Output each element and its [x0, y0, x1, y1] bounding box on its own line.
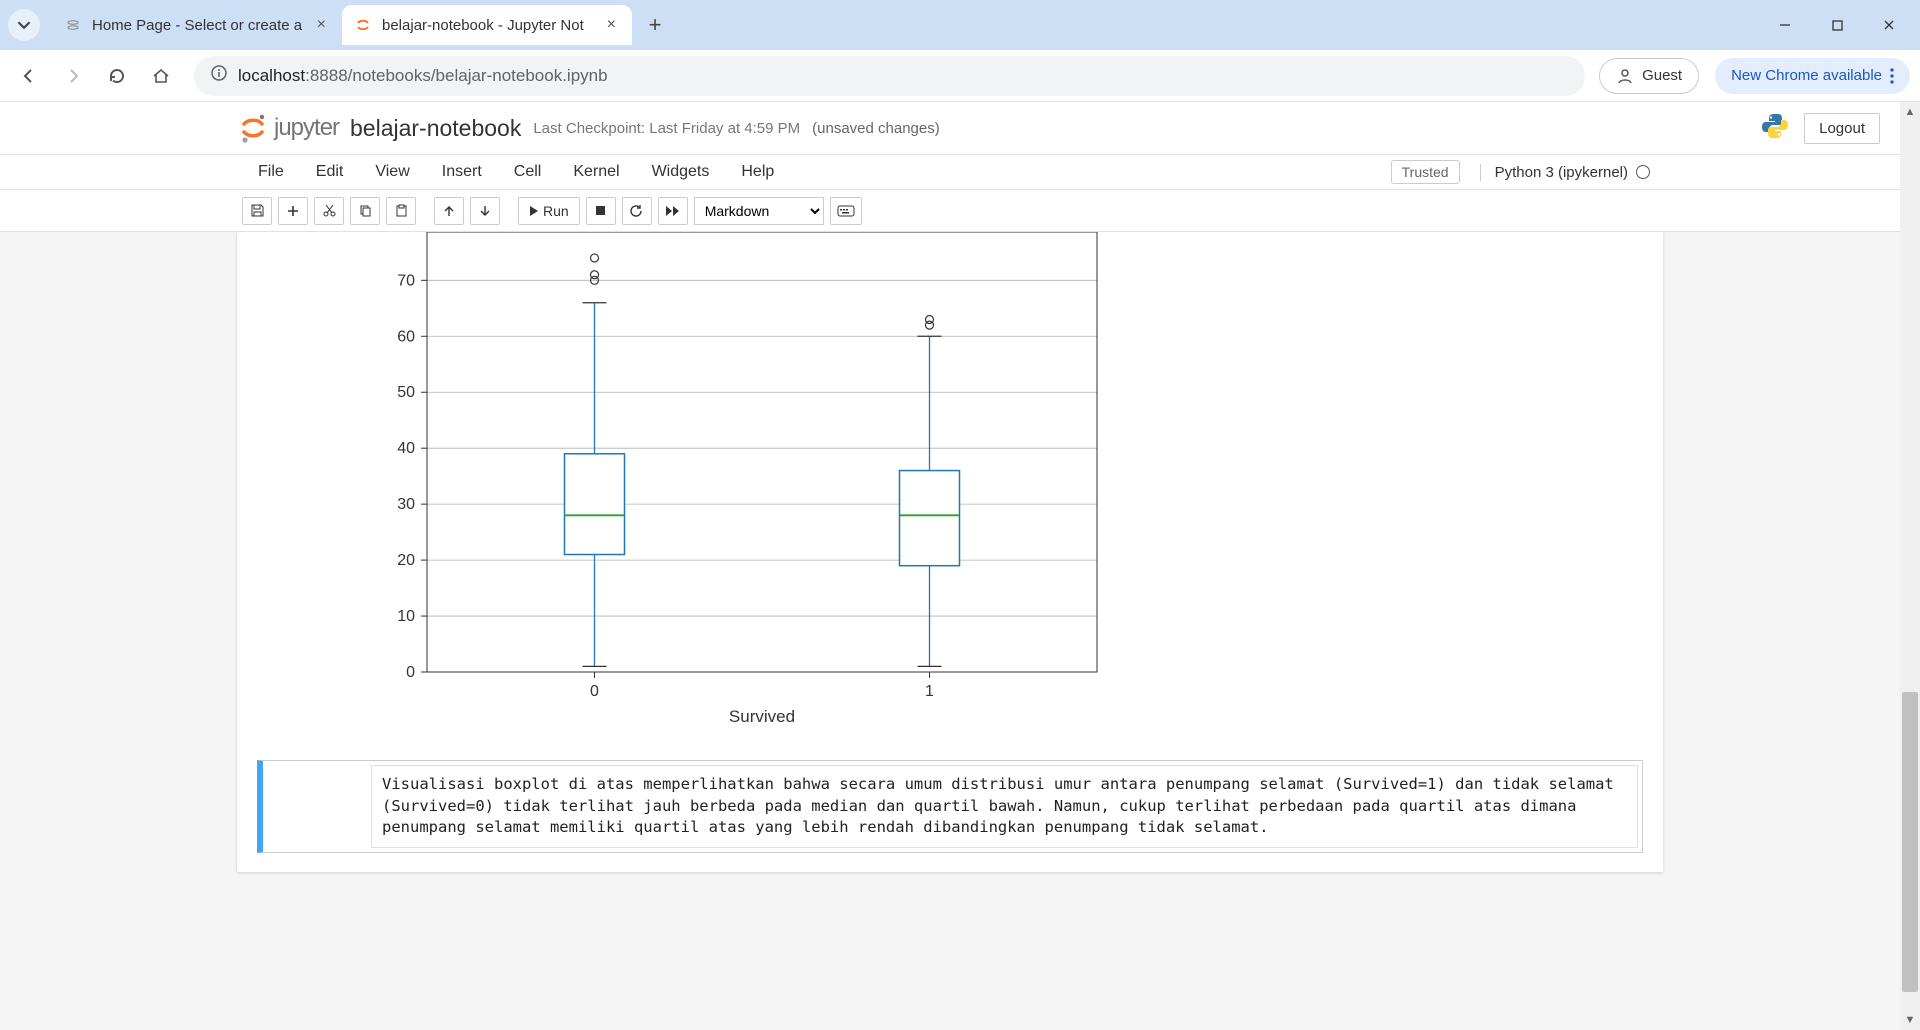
browser-tab-strip: Home Page - Select or create a × belajar… — [0, 0, 1920, 50]
checkpoint-text: Last Checkpoint: Last Friday at 4:59 PM — [533, 120, 800, 137]
cell-type-select[interactable]: Markdown — [694, 197, 824, 225]
jupyter-logo-text: jupyter — [274, 114, 339, 142]
svg-text:10: 10 — [397, 608, 415, 625]
markdown-text[interactable]: Visualisasi boxplot di atas memperlihatk… — [371, 765, 1638, 848]
trusted-button[interactable]: Trusted — [1391, 160, 1460, 184]
run-label: Run — [543, 203, 569, 219]
kernel-idle-icon — [1636, 165, 1650, 179]
python-logo-icon — [1760, 111, 1790, 146]
jupyter-favicon — [64, 16, 82, 34]
save-button[interactable] — [242, 197, 272, 225]
jupyter-logo[interactable]: jupyter — [240, 113, 339, 143]
kernel-name-text: Python 3 (ipykernel) — [1495, 164, 1628, 181]
boxplot-chart: 0 10 20 30 40 50 60 70 0 1 Survived — [357, 232, 1117, 742]
url-text: localhost:8888/notebooks/belajar-noteboo… — [238, 66, 608, 86]
menu-insert[interactable]: Insert — [426, 157, 498, 187]
svg-text:60: 60 — [397, 328, 415, 345]
tab-title: Home Page - Select or create a — [92, 17, 303, 34]
reload-button[interactable] — [98, 57, 136, 95]
cut-button[interactable] — [314, 197, 344, 225]
notebook-name[interactable]: belajar-notebook — [350, 115, 521, 142]
chrome-update-button[interactable]: New Chrome available — [1715, 58, 1910, 94]
svg-text:40: 40 — [397, 440, 415, 457]
jupyter-menubar: File Edit View Insert Cell Kernel Widget… — [0, 154, 1900, 190]
boxplot-output: 0 10 20 30 40 50 60 70 0 1 Survived — [237, 232, 1663, 752]
scroll-up-arrow[interactable]: ▲ — [1900, 102, 1920, 122]
restart-button[interactable] — [622, 197, 652, 225]
menu-view[interactable]: View — [359, 157, 425, 187]
svg-text:1: 1 — [925, 683, 934, 700]
jupyter-favicon — [354, 16, 372, 34]
back-button[interactable] — [10, 57, 48, 95]
svg-text:30: 30 — [397, 496, 415, 513]
jupyter-header: jupyter belajar-notebook Last Checkpoint… — [0, 102, 1900, 154]
menu-kernel[interactable]: Kernel — [557, 157, 635, 187]
svg-text:20: 20 — [397, 552, 415, 569]
profile-button[interactable]: Guest — [1599, 58, 1699, 94]
close-icon[interactable]: × — [313, 16, 330, 34]
copy-button[interactable] — [350, 197, 380, 225]
tab-title: belajar-notebook - Jupyter Not — [382, 17, 593, 34]
svg-text:Survived: Survived — [729, 707, 795, 726]
home-button[interactable] — [142, 57, 180, 95]
tab-search-dropdown[interactable] — [8, 9, 40, 41]
menu-help[interactable]: Help — [725, 157, 790, 187]
close-window-button[interactable] — [1866, 8, 1912, 42]
command-palette-button[interactable] — [830, 197, 862, 225]
jupyter-toolbar: Run Markdown — [0, 190, 1900, 232]
new-tab-button[interactable]: + — [638, 8, 672, 42]
site-info-icon[interactable] — [210, 64, 228, 87]
unsaved-text: (unsaved changes) — [812, 120, 940, 137]
update-label: New Chrome available — [1731, 67, 1882, 84]
kernel-indicator[interactable]: Python 3 (ipykernel) — [1480, 164, 1650, 181]
paste-button[interactable] — [386, 197, 416, 225]
move-up-button[interactable] — [434, 197, 464, 225]
maximize-button[interactable] — [1814, 8, 1860, 42]
browser-toolbar: localhost:8888/notebooks/belajar-noteboo… — [0, 50, 1920, 102]
restart-run-all-button[interactable] — [658, 197, 688, 225]
menu-edit[interactable]: Edit — [300, 157, 360, 187]
page-scrollbar[interactable]: ▲ ▼ — [1900, 102, 1920, 1030]
close-icon[interactable]: × — [603, 16, 620, 34]
menu-file[interactable]: File — [242, 157, 300, 187]
logout-button[interactable]: Logout — [1804, 113, 1880, 144]
address-bar[interactable]: localhost:8888/notebooks/belajar-noteboo… — [194, 56, 1585, 96]
svg-text:50: 50 — [397, 384, 415, 401]
notebook-container: 0 10 20 30 40 50 60 70 0 1 Survived Visualisasi bo… — [237, 232, 1663, 872]
profile-label: Guest — [1642, 67, 1682, 84]
minimize-button[interactable] — [1762, 8, 1808, 42]
svg-text:0: 0 — [590, 683, 599, 700]
run-button[interactable]: Run — [518, 197, 580, 225]
interrupt-button[interactable] — [586, 197, 616, 225]
markdown-cell-selected[interactable]: Visualisasi boxplot di atas memperlihatk… — [257, 760, 1643, 853]
menu-cell[interactable]: Cell — [498, 157, 558, 187]
menu-widgets[interactable]: Widgets — [636, 157, 726, 187]
notebook-body[interactable]: 0 10 20 30 40 50 60 70 0 1 Survived Visualisasi bo… — [0, 232, 1900, 1030]
move-down-button[interactable] — [470, 197, 500, 225]
forward-button[interactable] — [54, 57, 92, 95]
svg-text:0: 0 — [406, 664, 415, 681]
add-cell-button[interactable] — [278, 197, 308, 225]
browser-tab-active[interactable]: belajar-notebook - Jupyter Not × — [342, 5, 632, 45]
browser-tab-inactive[interactable]: Home Page - Select or create a × — [52, 5, 342, 45]
svg-text:70: 70 — [397, 272, 415, 289]
scroll-thumb[interactable] — [1902, 692, 1918, 992]
scroll-down-arrow[interactable]: ▼ — [1900, 1010, 1920, 1030]
jupyter-page: jupyter belajar-notebook Last Checkpoint… — [0, 102, 1900, 1030]
